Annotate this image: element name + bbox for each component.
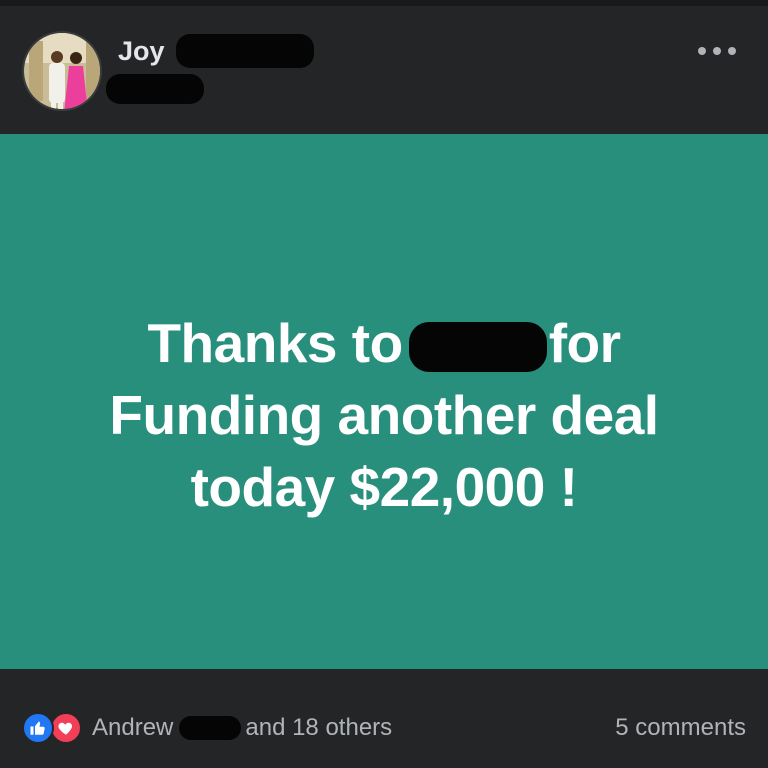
more-dot-icon [728, 47, 736, 55]
like-icon [22, 712, 54, 744]
redacted-subtitle [106, 74, 204, 104]
more-options-button[interactable] [694, 36, 740, 66]
redacted-reactor-surname [179, 716, 242, 740]
more-dot-icon [698, 47, 706, 55]
post-line-3: today $22,000 ! [190, 455, 578, 518]
author-name[interactable]: Joy [118, 36, 165, 67]
post-header: Joy [0, 6, 768, 134]
reactions-summary[interactable]: Andrew and 18 others [22, 712, 392, 744]
author-avatar[interactable] [22, 31, 102, 111]
post-text: Thanks to for Funding another deal today … [64, 307, 704, 523]
post-text-card[interactable]: Thanks to for Funding another deal today … [0, 134, 768, 669]
post-line-1: Thanks to for [64, 307, 704, 379]
comments-count-link[interactable]: 5 comments [615, 712, 746, 744]
reactor-others: and 18 others [245, 714, 393, 741]
more-dot-icon [713, 47, 721, 55]
reaction-names: Andrew and 18 others [92, 714, 392, 742]
reactor-first-name: Andrew [92, 714, 174, 741]
love-icon [50, 712, 82, 744]
redacted-company [408, 321, 547, 372]
post-footer: Andrew and 18 others 5 comments [0, 669, 768, 768]
avatar-photo [24, 33, 100, 109]
post-line-1-start: Thanks to [147, 311, 403, 374]
post-line-2: Funding another deal [109, 383, 659, 446]
redacted-surname [176, 34, 314, 68]
post-line-1-end: for [548, 311, 621, 374]
